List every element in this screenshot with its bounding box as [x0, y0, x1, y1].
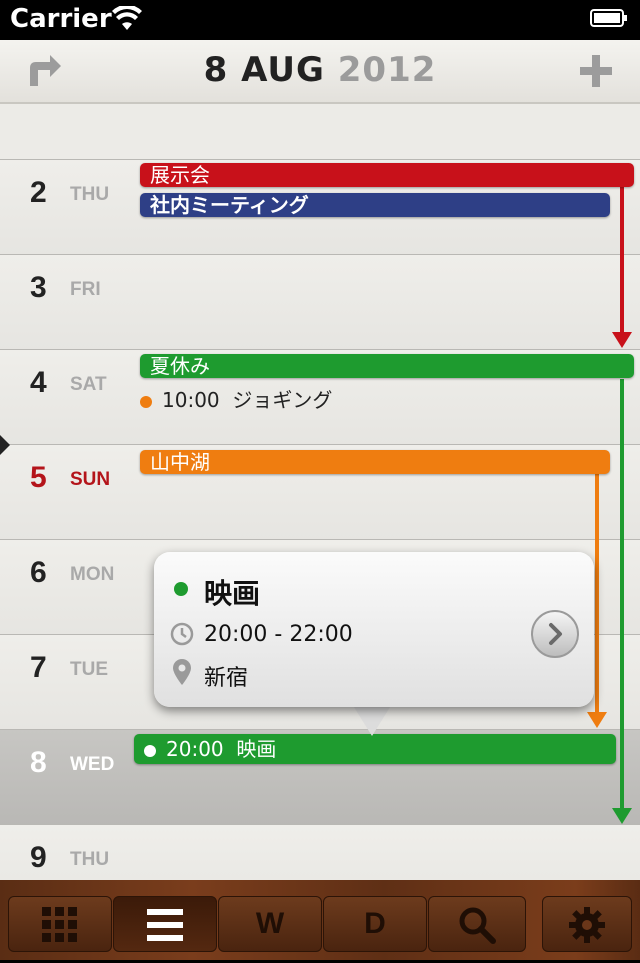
event-movie[interactable]: 20:00 映画 [134, 734, 616, 764]
jogging-title: ジョギング [232, 388, 333, 412]
clock-icon [170, 622, 194, 646]
event-meeting[interactable]: 社内ミーティング [140, 193, 610, 217]
popover-tail [352, 704, 392, 736]
gear-icon [569, 907, 605, 943]
battery-icon [590, 9, 627, 27]
green-dot-icon [174, 582, 188, 596]
chevron-right-icon [549, 623, 562, 645]
orange-dot-icon [140, 395, 152, 408]
carrier-label: Carrier [10, 4, 112, 34]
movie-time: 20:00 [166, 737, 224, 761]
wifi-icon [112, 6, 142, 30]
event-yamanaka[interactable]: 山中湖 [140, 450, 610, 474]
event-jogging[interactable]: 10:00 ジョギング [140, 384, 332, 413]
jogging-time: 10:00 [162, 388, 220, 412]
location-pin-icon [173, 659, 191, 685]
event-summer-vacation[interactable]: 夏休み [140, 354, 634, 378]
bottom-toolbar: W D [0, 880, 640, 960]
settings-button[interactable] [542, 896, 632, 952]
popover-time: 20:00 - 22:00 [204, 622, 353, 647]
header: 8 AUG 2012 [0, 40, 640, 104]
detail-disclosure-button[interactable] [531, 610, 579, 658]
vacation-span-arrow [612, 808, 632, 824]
popover-title: 映画 [204, 577, 261, 610]
current-day-marker-icon [0, 435, 10, 455]
search-button[interactable] [428, 896, 526, 952]
list-view-button[interactable] [113, 896, 217, 952]
event-popover[interactable]: 映画 20:00 - 22:00 新宿 [154, 552, 594, 707]
exhibition-span-arrow [612, 332, 632, 348]
title-year: 2012 [337, 50, 437, 90]
white-dot-icon [144, 744, 156, 757]
list-icon [147, 909, 183, 941]
search-icon [459, 907, 496, 944]
page-title: 8 AUG 2012 [0, 50, 640, 90]
day-list: 2 THU 3 FRI 4 SAT 5 SUN 6 MON 7 TUE 8 WE… [0, 104, 640, 920]
popover-place: 新宿 [204, 666, 249, 691]
add-icon[interactable] [576, 52, 616, 90]
event-exhibition[interactable]: 展示会 [140, 163, 634, 187]
title-day: 8 [203, 50, 229, 90]
movie-title: 映画 [236, 737, 277, 761]
yamanaka-span-arrow [587, 712, 607, 728]
grid-icon [42, 907, 77, 942]
status-bar: Carrier [0, 0, 640, 40]
month-view-button[interactable] [8, 896, 112, 952]
week-view-button[interactable]: W [218, 896, 322, 952]
day-view-button[interactable]: D [323, 896, 427, 952]
title-month: AUG [241, 50, 325, 90]
